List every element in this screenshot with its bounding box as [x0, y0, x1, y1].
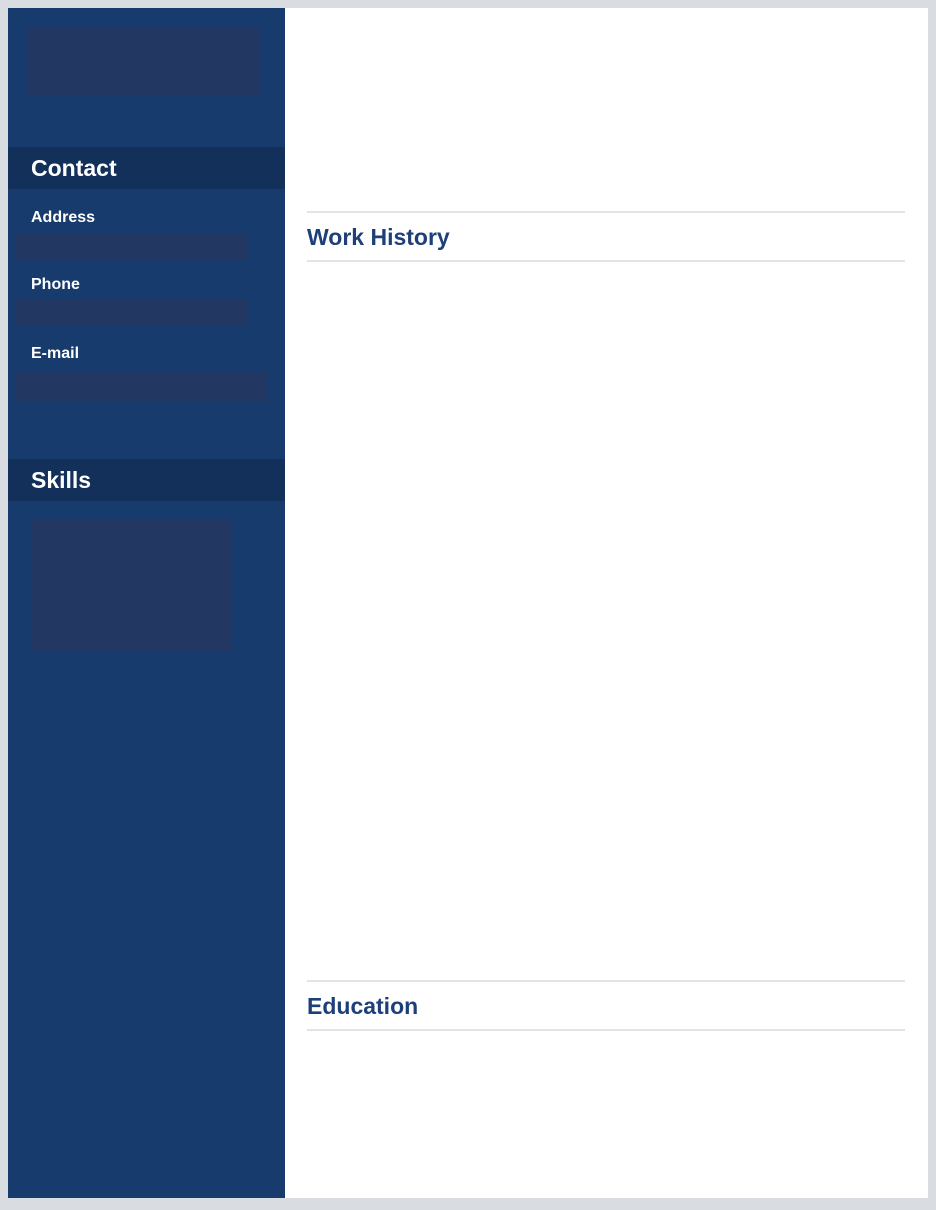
resume-page: Contact Address Phone E-mail Skills Work… — [8, 8, 928, 1198]
skills-redaction — [31, 520, 232, 652]
work-history-bottom-rule — [307, 260, 905, 262]
address-label: Address — [31, 209, 96, 226]
work-history-heading: Work History — [307, 224, 450, 250]
education-bottom-rule — [307, 1029, 905, 1031]
email-redaction — [16, 371, 268, 401]
main-content: Work History Education — [307, 8, 905, 1198]
phone-redaction — [16, 299, 248, 325]
education-top-rule — [307, 980, 905, 982]
education-heading: Education — [307, 993, 419, 1019]
name-redaction — [28, 28, 260, 96]
contact-heading: Contact — [8, 147, 285, 189]
work-history-top-rule — [307, 211, 905, 213]
email-label: E-mail — [31, 345, 80, 362]
sidebar: Contact Address Phone E-mail Skills — [8, 8, 285, 1198]
phone-label: Phone — [31, 276, 80, 293]
skills-heading: Skills — [8, 459, 285, 501]
address-redaction — [16, 234, 248, 260]
